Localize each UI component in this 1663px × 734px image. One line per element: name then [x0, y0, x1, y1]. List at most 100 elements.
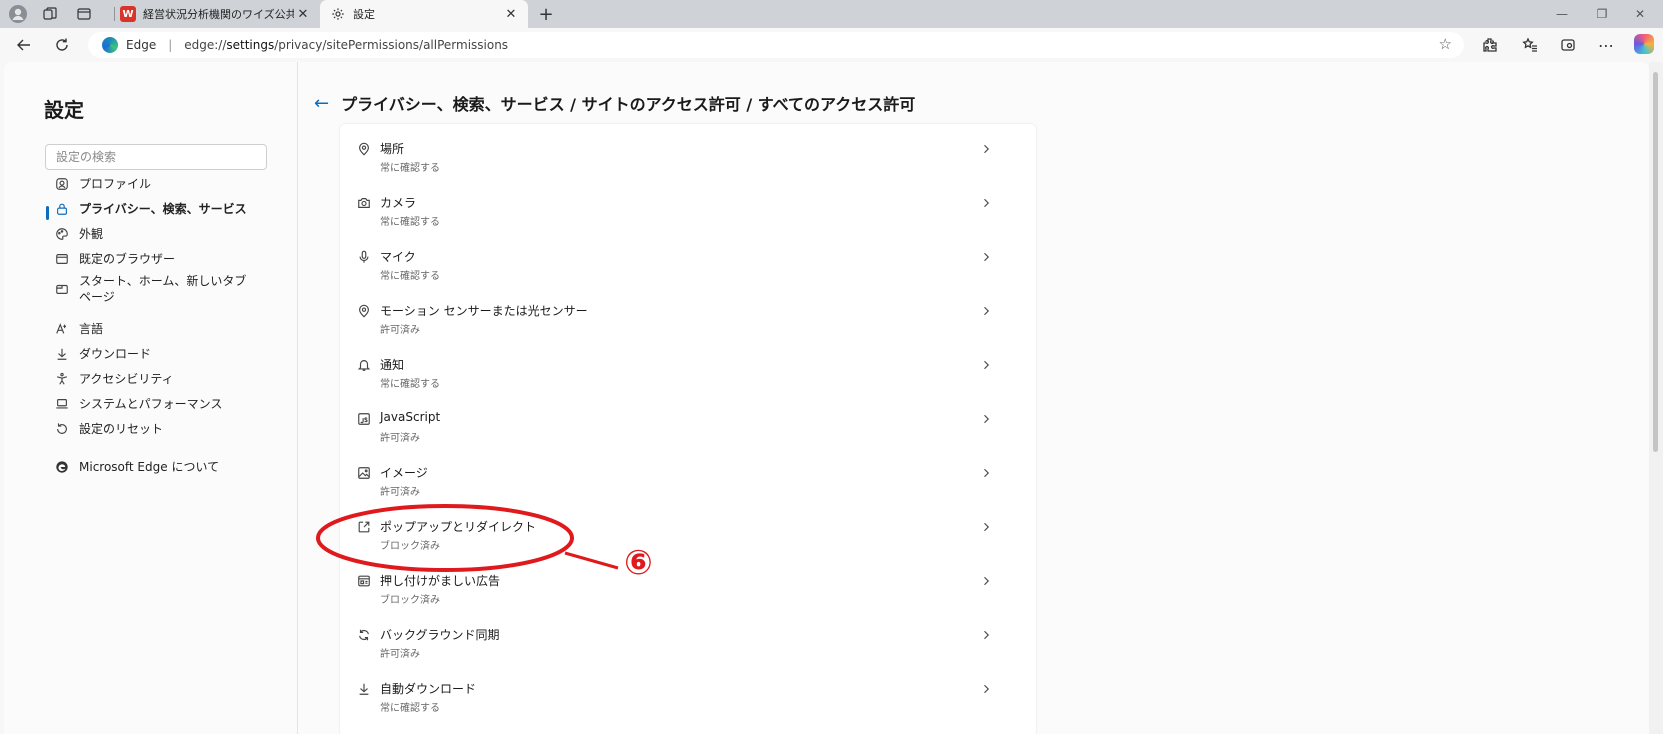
camera-icon	[356, 195, 372, 211]
sidebar-item-start-home-newtab[interactable]: スタート、ホーム、新しいタブ ページ	[54, 273, 254, 305]
permission-row-images[interactable]: イメージ 許可済み	[340, 452, 1036, 506]
gear-icon	[330, 6, 346, 22]
workspaces-icon[interactable]	[40, 4, 60, 24]
sidebar-item-downloads[interactable]: ダウンロード	[54, 346, 284, 362]
url-scheme: edge://	[184, 38, 227, 52]
permission-status: 常に確認する	[380, 379, 440, 390]
annotation-number: ⑥	[624, 543, 653, 583]
sidebar-item-about-edge[interactable]: Microsoft Edge について	[54, 459, 284, 475]
chevron-right-icon	[978, 573, 994, 589]
sidebar-item-label: システムとパフォーマンス	[79, 397, 223, 411]
page-title: プライバシー、検索、サービス / サイトのアクセス許可 / すべてのアクセス許可	[341, 95, 916, 114]
refresh-icon[interactable]	[50, 33, 74, 57]
javascript-icon	[356, 411, 372, 427]
permission-row-notifications[interactable]: 通知 常に確認する	[340, 344, 1036, 398]
sidebar-item-label: 設定のリセット	[79, 422, 164, 436]
sidebar-item-default-browser[interactable]: 既定のブラウザー	[54, 251, 284, 267]
profile-avatar-icon[interactable]	[8, 4, 28, 24]
minimize-icon[interactable]: —	[1548, 4, 1576, 24]
favorite-star-icon[interactable]: ☆	[1439, 35, 1452, 53]
address-divider: |	[168, 38, 173, 52]
window-close-icon[interactable]: ✕	[1626, 4, 1654, 24]
back-arrow-icon[interactable]: ←	[314, 93, 329, 114]
settings-content: ← プライバシー、検索、サービス / サイトのアクセス許可 / すべてのアクセス…	[298, 62, 1649, 734]
more-options-icon[interactable]: ⋯	[1594, 33, 1618, 57]
sidebar-item-profile[interactable]: プロファイル	[54, 176, 284, 192]
chevron-right-icon	[978, 303, 994, 319]
tab-title: 設定	[353, 8, 375, 21]
close-tab-icon[interactable]: ✕	[502, 5, 520, 23]
permission-row-background-sync[interactable]: バックグラウンド同期 許可済み	[340, 614, 1036, 668]
url-host: settings	[226, 38, 275, 52]
sidebar-item-reset[interactable]: 設定のリセット	[54, 421, 284, 437]
location-icon	[356, 141, 372, 157]
accessibility-icon	[54, 371, 70, 387]
close-tab-icon[interactable]: ✕	[294, 5, 312, 23]
sync-icon	[356, 627, 372, 643]
sidebar-item-language[interactable]: 言語	[54, 321, 284, 337]
language-icon	[54, 321, 70, 337]
image-icon	[356, 465, 372, 481]
permission-row-popups-redirects[interactable]: ポップアップとリダイレクト ブロック済み	[340, 506, 1036, 560]
tab-strip: W 経営状況分析機関のワイズ公共デー ✕ 設定 ✕ + — ❐ ✕	[0, 0, 1663, 28]
address-url[interactable]: edge://settings/privacy/sitePermissions/…	[184, 38, 508, 52]
scrollbar-thumb[interactable]	[1653, 72, 1658, 452]
permission-status: 常に確認する	[380, 703, 440, 714]
permission-row-camera[interactable]: カメラ 常に確認する	[340, 182, 1036, 236]
chevron-right-icon	[978, 519, 994, 535]
url-path: /privacy/sitePermissions/allPermissions	[274, 38, 509, 52]
favorites-icon[interactable]	[1518, 33, 1542, 57]
permission-row-intrusive-ads[interactable]: 押し付けがましい広告 ブロック済み	[340, 560, 1036, 614]
permission-status: 許可済み	[380, 487, 420, 498]
sidebar-item-accessibility[interactable]: アクセシビリティ	[54, 371, 284, 387]
permission-row-location[interactable]: 場所 常に確認する	[340, 128, 1036, 182]
chevron-right-icon	[978, 627, 994, 643]
popup-icon	[356, 519, 372, 535]
permission-row-automatic-downloads[interactable]: 自動ダウンロード 常に確認する	[340, 668, 1036, 722]
sidebar-item-label: 既定のブラウザー	[79, 252, 176, 266]
chevron-right-icon	[978, 411, 994, 427]
tab-title: 経営状況分析機関のワイズ公共デー	[143, 8, 294, 21]
sidebar-item-appearance[interactable]: 外観	[54, 226, 284, 242]
back-arrow-icon[interactable]	[12, 33, 36, 57]
system-icon	[54, 396, 70, 412]
microphone-icon	[356, 249, 372, 265]
chevron-right-icon	[978, 465, 994, 481]
browser-icon	[54, 251, 70, 267]
permission-row-microphone[interactable]: マイク 常に確認する	[340, 236, 1036, 290]
permission-label: 自動ダウンロード	[380, 682, 477, 696]
permission-status: 常に確認する	[380, 271, 440, 282]
collections-icon[interactable]	[1556, 33, 1580, 57]
permission-label: モーション センサーまたは光センサー	[380, 304, 588, 318]
vertical-tabs-icon[interactable]	[74, 4, 94, 24]
sidebar-item-system-performance[interactable]: システムとパフォーマンス	[54, 396, 284, 412]
permission-label: 場所	[380, 142, 405, 156]
settings-search-input[interactable]	[45, 144, 267, 170]
sidebar-item-label: ダウンロード	[79, 347, 152, 361]
settings-page: 設定 プロファイル プライバシー、検索、サービス 外観 既定のブラウザー スター…	[4, 62, 1649, 734]
sidebar-item-label: スタート、ホーム、新しいタブ ページ	[79, 274, 247, 304]
permission-row-javascript[interactable]: JavaScript 許可済み	[340, 398, 1036, 452]
copilot-icon[interactable]	[1634, 34, 1654, 54]
restore-icon[interactable]: ❐	[1588, 4, 1616, 24]
page-scrollbar[interactable]	[1649, 62, 1663, 734]
new-tab-icon[interactable]: +	[536, 4, 556, 25]
home-tab-icon	[54, 281, 70, 297]
permission-row-motion-sensor[interactable]: モーション センサーまたは光センサー 許可済み	[340, 290, 1036, 344]
breadcrumb: ← プライバシー、検索、サービス / サイトのアクセス許可 / すべてのアクセス…	[314, 91, 915, 115]
extensions-icon[interactable]	[1478, 33, 1502, 57]
edge-logo-icon	[54, 459, 70, 475]
tab-wise-public-data[interactable]: W 経営状況分析機関のワイズ公共デー ✕	[110, 0, 320, 28]
tab-settings[interactable]: 設定 ✕	[320, 0, 528, 28]
sidebar-item-privacy[interactable]: プライバシー、検索、サービス	[54, 201, 284, 217]
chevron-right-icon	[978, 195, 994, 211]
appearance-icon	[54, 226, 70, 242]
edge-logo-icon	[102, 37, 118, 53]
browser-toolbar: Edge | edge://settings/privacy/sitePermi…	[0, 28, 1663, 61]
sidebar-item-label: 言語	[79, 322, 104, 336]
permission-status: 許可済み	[380, 649, 420, 660]
permission-label: イメージ	[380, 466, 428, 480]
address-bar[interactable]: Edge | edge://settings/privacy/sitePermi…	[88, 32, 1464, 58]
sidebar-item-label: プライバシー、検索、サービス	[79, 202, 247, 216]
download-icon	[54, 346, 70, 362]
